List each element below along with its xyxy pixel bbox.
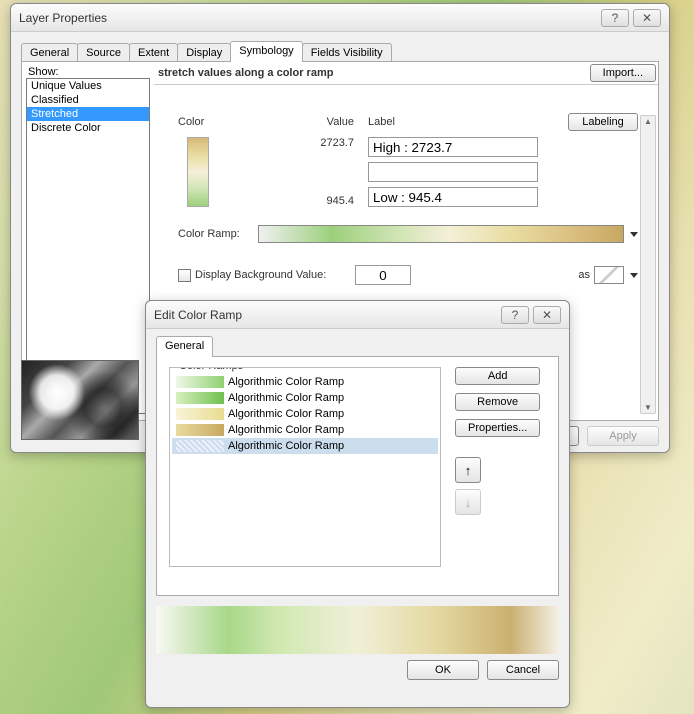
- arrow-up-icon: ↑: [465, 463, 472, 478]
- help-button[interactable]: ?: [601, 9, 629, 27]
- show-item-discrete-color[interactable]: Discrete Color: [27, 121, 149, 135]
- ramp-swatch-icon: [176, 408, 224, 420]
- remove-button[interactable]: Remove: [455, 393, 540, 411]
- show-item-unique-values[interactable]: Unique Values: [27, 79, 149, 93]
- show-item-classified[interactable]: Classified: [27, 93, 149, 107]
- close-button[interactable]: ✕: [633, 9, 661, 27]
- ecr-help-button[interactable]: ?: [501, 306, 529, 324]
- color-header: Color: [178, 116, 218, 128]
- color-ramps-groupbox: Color Ramps Algorithmic Color Ramp Algor…: [169, 367, 441, 567]
- ramp-swatch-icon: [176, 440, 224, 452]
- ecr-title: Edit Color Ramp: [154, 308, 497, 322]
- color-ramp-label: Color Ramp:: [178, 228, 258, 240]
- label-low-input[interactable]: [368, 187, 538, 207]
- ramp-item-0[interactable]: Algorithmic Color Ramp: [172, 374, 438, 390]
- window-title: Layer Properties: [19, 11, 597, 25]
- value-header: Value: [218, 116, 368, 128]
- bg-color-picker[interactable]: [594, 266, 624, 284]
- color-ramp-dropdown-arrow[interactable]: [630, 232, 638, 237]
- ecr-close-button[interactable]: ✕: [533, 306, 561, 324]
- color-ramps-legend: Color Ramps: [176, 367, 246, 372]
- ecr-body: General Color Ramps Algorithmic Color Ra…: [146, 329, 569, 690]
- show-item-stretched[interactable]: Stretched: [27, 107, 149, 121]
- ecr-dialog-buttons: OK Cancel: [156, 654, 559, 680]
- add-button[interactable]: Add: [455, 367, 540, 385]
- label-mid-input[interactable]: [368, 162, 538, 182]
- ramp-swatch-icon: [176, 424, 224, 436]
- tab-general[interactable]: General: [21, 43, 78, 62]
- show-label: Show:: [26, 66, 150, 78]
- ecr-panel: Color Ramps Algorithmic Color Ramp Algor…: [156, 356, 559, 596]
- properties-button[interactable]: Properties...: [455, 419, 540, 437]
- description-text: stretch values along a color ramp: [156, 67, 590, 79]
- tab-extent[interactable]: Extent: [129, 43, 178, 62]
- ramp-item-2[interactable]: Algorithmic Color Ramp: [172, 406, 438, 422]
- ecr-ok-button[interactable]: OK: [407, 660, 479, 680]
- preview-thumbnail: [21, 360, 139, 440]
- description-row: stretch values along a color ramp Import…: [154, 62, 658, 85]
- label-high-input[interactable]: [368, 137, 538, 157]
- ramp-item-4[interactable]: Algorithmic Color Ramp: [172, 438, 438, 454]
- tab-fields-visibility[interactable]: Fields Visibility: [302, 43, 392, 62]
- ramp-item-label: Algorithmic Color Ramp: [228, 408, 344, 420]
- ecr-side-panel: Add Remove Properties... ↑ ↓: [455, 367, 540, 585]
- display-bg-checkbox[interactable]: [178, 269, 191, 282]
- import-button[interactable]: Import...: [590, 64, 656, 82]
- ramp-preview: [156, 606, 559, 654]
- ecr-cancel-button[interactable]: Cancel: [487, 660, 559, 680]
- ramp-swatch-icon: [176, 376, 224, 388]
- ramp-item-label: Algorithmic Color Ramp: [228, 392, 344, 404]
- tab-symbology[interactable]: Symbology: [230, 41, 302, 62]
- tab-strip: General Source Extent Display Symbology …: [21, 40, 659, 62]
- value-high: 2723.7: [218, 137, 354, 149]
- value-low: 945.4: [218, 195, 354, 207]
- bg-color-dropdown-arrow[interactable]: [630, 273, 638, 278]
- move-down-button[interactable]: ↓: [455, 489, 481, 515]
- scrollbar-vertical[interactable]: [640, 115, 656, 414]
- labeling-button[interactable]: Labeling: [568, 113, 638, 131]
- title-bar: Layer Properties ? ✕: [11, 4, 669, 32]
- move-up-button[interactable]: ↑: [455, 457, 481, 483]
- color-swatch[interactable]: [187, 137, 209, 207]
- ramp-item-label: Algorithmic Color Ramp: [228, 440, 344, 452]
- ramp-swatch-icon: [176, 392, 224, 404]
- bg-value-input[interactable]: [355, 265, 411, 285]
- ecr-title-bar: Edit Color Ramp ? ✕: [146, 301, 569, 329]
- arrow-down-icon: ↓: [465, 495, 472, 510]
- edit-color-ramp-window: Edit Color Ramp ? ✕ General Color Ramps …: [145, 300, 570, 708]
- ramp-item-3[interactable]: Algorithmic Color Ramp: [172, 422, 438, 438]
- tab-display[interactable]: Display: [177, 43, 231, 62]
- ecr-tab-strip: General: [156, 335, 559, 357]
- ramp-item-1[interactable]: Algorithmic Color Ramp: [172, 390, 438, 406]
- color-ramp-dropdown[interactable]: [258, 225, 624, 243]
- apply-button[interactable]: Apply: [587, 426, 659, 446]
- label-header: Label: [368, 116, 418, 128]
- ecr-tab-general[interactable]: General: [156, 336, 213, 357]
- tab-source[interactable]: Source: [77, 43, 130, 62]
- as-label: as: [578, 269, 590, 281]
- display-bg-label: Display Background Value:: [195, 269, 355, 281]
- ramp-item-label: Algorithmic Color Ramp: [228, 376, 344, 388]
- ramp-item-label: Algorithmic Color Ramp: [228, 424, 344, 436]
